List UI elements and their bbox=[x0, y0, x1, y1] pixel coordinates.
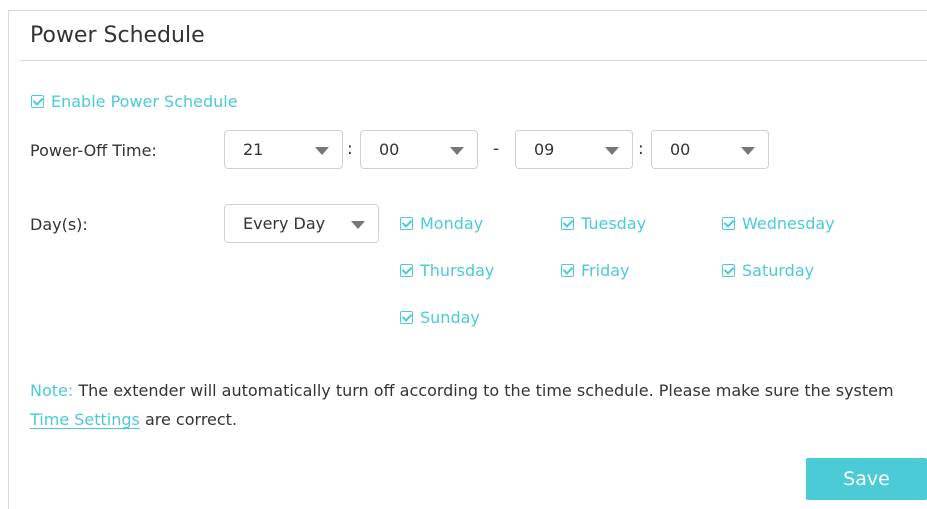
enable-power-schedule-label: Enable Power Schedule bbox=[51, 92, 238, 111]
chevron-down-icon bbox=[450, 147, 464, 155]
power-schedule-panel bbox=[8, 10, 927, 509]
end-hour-value: 09 bbox=[534, 140, 555, 159]
day-checkbox-monday[interactable]: Monday bbox=[400, 214, 483, 233]
start-minute-value: 00 bbox=[379, 140, 400, 159]
days-mode-select[interactable]: Every Day bbox=[224, 204, 379, 243]
days-mode-value: Every Day bbox=[243, 214, 326, 233]
checkbox-checked-icon bbox=[31, 95, 44, 108]
day-checkbox-friday[interactable]: Friday bbox=[561, 261, 630, 280]
start-hour-value: 21 bbox=[243, 140, 264, 159]
end-minute-value: 00 bbox=[670, 140, 691, 159]
range-separator: - bbox=[493, 139, 500, 159]
checkbox-checked-icon bbox=[722, 264, 735, 277]
checkbox-checked-icon bbox=[400, 264, 413, 277]
note-suffix: are correct. bbox=[144, 410, 238, 429]
checkbox-checked-icon bbox=[722, 217, 735, 230]
day-label: Saturday bbox=[742, 261, 815, 280]
chevron-down-icon bbox=[741, 147, 755, 155]
save-button[interactable]: Save bbox=[806, 458, 927, 500]
end-hour-select[interactable]: 09 bbox=[515, 130, 633, 169]
title-divider bbox=[20, 60, 927, 61]
day-label: Tuesday bbox=[581, 214, 647, 233]
note-body: The extender will automatically turn off… bbox=[78, 381, 894, 400]
note-prefix: Note: bbox=[30, 381, 74, 400]
checkbox-checked-icon bbox=[561, 217, 574, 230]
enable-power-schedule-checkbox[interactable]: Enable Power Schedule bbox=[31, 92, 238, 111]
checkbox-checked-icon bbox=[561, 264, 574, 277]
day-checkbox-saturday[interactable]: Saturday bbox=[722, 261, 814, 280]
time-separator: : bbox=[638, 139, 644, 159]
start-minute-select[interactable]: 00 bbox=[360, 130, 478, 169]
page-title: Power Schedule bbox=[30, 23, 205, 48]
time-settings-link[interactable]: Time Settings bbox=[30, 410, 140, 429]
days-label: Day(s): bbox=[30, 215, 88, 234]
power-off-time-label: Power-Off Time: bbox=[30, 141, 157, 160]
chevron-down-icon bbox=[605, 147, 619, 155]
day-label: Sunday bbox=[420, 308, 480, 327]
end-minute-select[interactable]: 00 bbox=[651, 130, 769, 169]
checkbox-checked-icon bbox=[400, 311, 413, 324]
day-label: Monday bbox=[420, 214, 484, 233]
day-checkbox-tuesday[interactable]: Tuesday bbox=[561, 214, 646, 233]
note-text: Note: The extender will automatically tu… bbox=[30, 376, 920, 434]
day-label: Wednesday bbox=[742, 214, 835, 233]
time-separator: : bbox=[347, 139, 353, 159]
chevron-down-icon bbox=[315, 147, 329, 155]
day-label: Thursday bbox=[420, 261, 495, 280]
start-hour-select[interactable]: 21 bbox=[224, 130, 343, 169]
chevron-down-icon bbox=[351, 221, 365, 229]
day-checkbox-thursday[interactable]: Thursday bbox=[400, 261, 494, 280]
checkbox-checked-icon bbox=[400, 217, 413, 230]
day-checkbox-wednesday[interactable]: Wednesday bbox=[722, 214, 835, 233]
day-label: Friday bbox=[581, 261, 630, 280]
day-checkbox-sunday[interactable]: Sunday bbox=[400, 308, 480, 327]
